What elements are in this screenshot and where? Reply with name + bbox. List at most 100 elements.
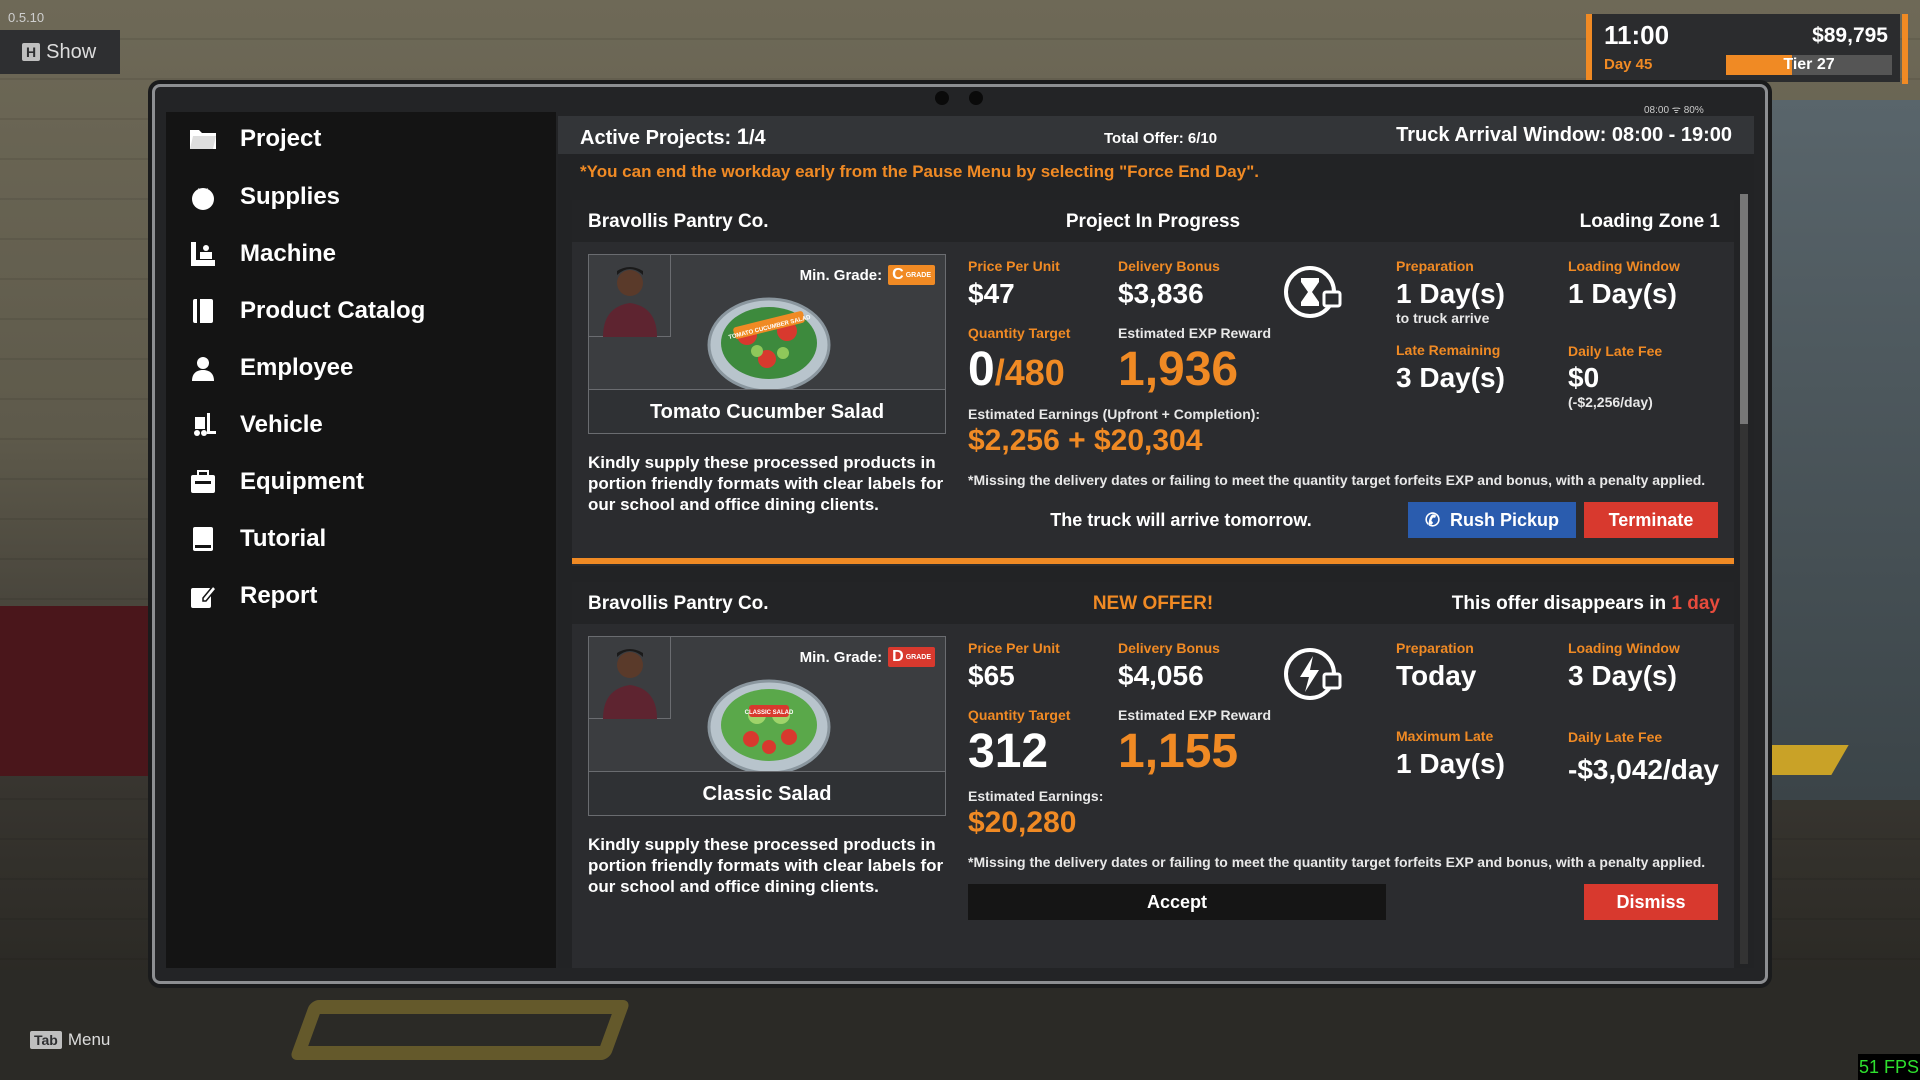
total-offer: Total Offer: 6/10 [1104,130,1218,147]
sidebar-item-supplies[interactable]: Supplies [188,182,340,212]
sidebar-item-product-catalog[interactable]: Product Catalog [188,296,425,326]
accept-button[interactable]: Accept [968,884,1386,920]
project-card: Bravollis Pantry Co. Project In Progress… [572,200,1734,566]
camera-icon [935,91,949,105]
force-end-notice: *You can end the workday early from the … [580,162,1259,181]
product-preview: Min. Grade: C GRADE TOMATO CUCUMBER SALAD… [588,254,946,434]
sensor-icon [969,91,983,105]
fps-counter: 51 FPS [1858,1054,1920,1080]
late-remaining-label: Late Remaining [1396,342,1501,358]
quantity-target-label: Quantity Target [968,325,1071,341]
daily-late-fee-label: Daily Late Fee [1568,729,1663,745]
forklift-icon [188,410,218,440]
sidebar-item-label: Report [240,582,318,609]
menu-label: Menu [67,1030,111,1049]
show-hud-button[interactable]: H Show [0,30,120,74]
sidebar-item-label: Project [240,125,322,152]
show-label: Show [46,40,97,63]
grade-d-badge: D GRADE [888,647,935,667]
show-key-hint: H [22,43,41,61]
preparation-label: Preparation [1396,640,1474,656]
delivery-bonus: $3,836 [1118,278,1204,309]
sidebar-item-employee[interactable]: Employee [188,353,353,383]
grade-word: GRADE [905,271,931,279]
sidebar-item-label: Product Catalog [240,297,426,324]
tier-label: Tier 27 [1783,56,1835,73]
project-header-bar: Active Projects: 1/4 Total Offer: 6/10 T… [558,116,1754,154]
client-name: Bravollis Pantry Co. [588,211,769,232]
penalty-warning: *Missing the delivery dates or failing t… [968,472,1706,488]
preparation: 1 Day(s) [1396,278,1505,309]
tab-key-hint: Tab [30,1031,62,1049]
employee-icon [188,353,218,383]
price-per-unit: $65 [968,660,1015,691]
delivery-bonus-label: Delivery Bonus [1118,258,1220,274]
game-version: 0.5.10 [8,10,45,25]
clock: 11:00 [1604,20,1670,50]
sidebar-item-project[interactable]: Project [188,124,321,154]
scrollbar[interactable] [1740,194,1748,964]
daily-late-fee-label: Daily Late Fee [1568,343,1663,359]
quantity-done: 0 [968,343,995,396]
scrollbar-thumb[interactable] [1740,194,1748,424]
min-grade: Min. Grade: C GRADE [800,265,935,285]
sidebar-item-machine[interactable]: Machine [188,239,336,269]
quantity-target: 312 [968,725,1049,778]
quantity-target: /480 [994,352,1065,393]
active-projects-label: Active Projects: [580,127,732,149]
hud-accent [1902,14,1908,84]
sidebar-item-label: Vehicle [240,411,323,438]
maximum-late-label: Maximum Late [1396,728,1494,744]
loading-window: 1 Day(s) [1568,278,1677,309]
estimated-earnings: $20,280 [968,806,1077,839]
equipment-icon [188,467,218,497]
day-counter: Day 45 [1604,56,1653,73]
dismiss-button[interactable]: Dismiss [1584,884,1718,920]
lightning-truck-icon [1284,648,1342,700]
client-name: Bravollis Pantry Co. [588,593,769,614]
terminate-button[interactable]: Terminate [1584,502,1718,538]
tablet-status-bar: 08:00 ᯤ 80% [1644,105,1704,116]
sidebar-item-equipment[interactable]: Equipment [188,467,364,497]
min-grade-label: Min. Grade: [799,266,883,284]
menu-hint[interactable]: Tab Menu [30,1030,110,1050]
project-description: Kindly supply these processed products i… [588,453,944,514]
estimated-earnings-label: Estimated Earnings: [968,788,1104,804]
offer-card: Bravollis Pantry Co. NEW OFFER! This off… [572,582,1734,968]
project-status: Project In Progress [1065,211,1241,232]
product-name: Tomato Cucumber Salad [589,389,945,433]
product-preview: Min. Grade: D GRADE CLASSIC SALAD Classic… [588,636,946,816]
price-per-unit-label: Price Per Unit [968,640,1060,656]
plate-label: CLASSIC SALAD [745,710,794,716]
grade-letter: C [892,266,904,283]
price-per-unit: $47 [968,278,1015,309]
sidebar-item-tutorial[interactable]: Tutorial [188,524,326,554]
estimated-earnings-label: Estimated Earnings (Upfront + Completion… [968,406,1261,422]
rush-pickup-label: Rush Pickup [1450,510,1560,530]
daily-late-fee: $0 [1568,362,1600,393]
rush-pickup-button[interactable]: ✆ Rush Pickup [1408,502,1576,538]
client-avatar [589,637,671,719]
maximum-late: 1 Day(s) [1396,748,1505,779]
offer-expiry-prefix: This offer disappears in [1451,593,1667,614]
exp-reward-label: Estimated EXP Reward [1118,707,1272,723]
preparation-label: Preparation [1396,258,1474,274]
price-per-unit-label: Price Per Unit [968,258,1060,274]
sidebar-item-label: Equipment [240,468,364,495]
phone-icon: ✆ [1424,510,1441,530]
sidebar-item-report[interactable]: Report [188,581,317,611]
sidebar-item-vehicle[interactable]: Vehicle [188,410,323,440]
project-card-header: Bravollis Pantry Co. Project In Progress… [572,200,1734,242]
late-remaining: 3 Day(s) [1396,362,1505,393]
report-icon [188,581,218,611]
background-red-wall [0,606,150,776]
loading-window: 3 Day(s) [1568,660,1677,691]
catalog-icon [188,296,218,326]
sidebar: Project Supplies Machine Product Catalog… [166,112,556,968]
offer-card-header: Bravollis Pantry Co. NEW OFFER! This off… [572,582,1734,624]
delivery-bonus: $4,056 [1118,660,1204,691]
tier-progress-bar: Tier 27 [1726,55,1892,75]
penalty-warning: *Missing the delivery dates or failing t… [968,854,1706,870]
book-icon [188,524,218,554]
project-panel: Active Projects: 1/4 Total Offer: 6/10 T… [558,116,1754,968]
